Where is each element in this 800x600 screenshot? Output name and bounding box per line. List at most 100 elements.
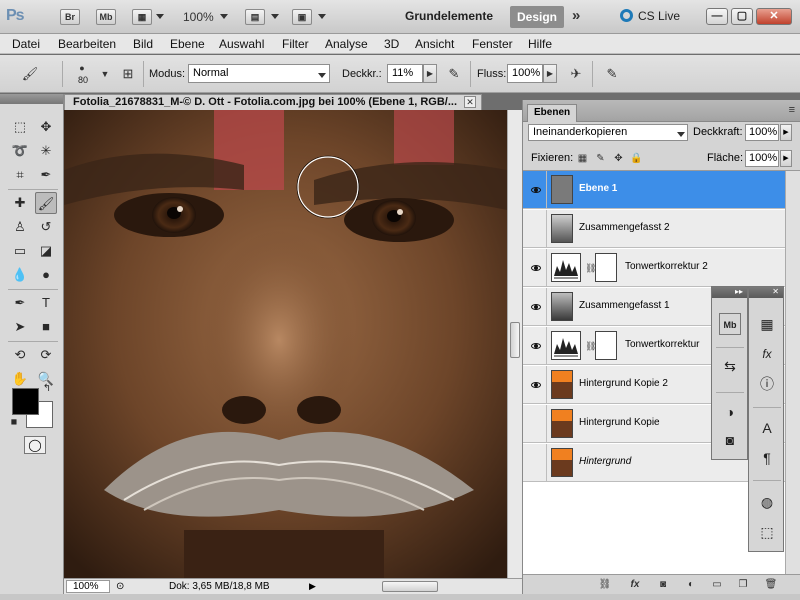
layer-mask-thumbnail[interactable] bbox=[595, 253, 617, 282]
minimize-button[interactable]: — bbox=[706, 8, 728, 25]
status-options-icon[interactable]: ⊙ bbox=[116, 579, 124, 594]
menu-3d[interactable]: 3D bbox=[384, 37, 399, 51]
arrange-dropdown-icon[interactable] bbox=[271, 14, 279, 19]
new-layer-icon[interactable]: ❐ bbox=[735, 578, 751, 592]
lock-all-icon[interactable]: 🔒 bbox=[630, 152, 643, 165]
link-layers-icon[interactable]: ⛓ bbox=[597, 578, 613, 592]
pressure-opacity-icon[interactable]: ✎ bbox=[444, 64, 464, 84]
quick-mask-button[interactable]: ◯ bbox=[24, 436, 46, 454]
canvas-horizontal-scroll-thumb[interactable] bbox=[382, 581, 438, 592]
fill-arrow-icon[interactable]: ▶ bbox=[780, 150, 792, 167]
dodge-tool-icon[interactable]: ● bbox=[35, 264, 57, 286]
visibility-eye-icon[interactable] bbox=[525, 249, 547, 287]
paths-panel-icon[interactable]: ⬚ bbox=[756, 521, 778, 543]
workspace-basic[interactable]: Grundelemente bbox=[405, 9, 493, 23]
status-menu-arrow-icon[interactable]: ▶ bbox=[309, 579, 316, 594]
menu-filter[interactable]: Filter bbox=[282, 37, 309, 51]
maximize-button[interactable]: ▢ bbox=[731, 8, 753, 25]
menu-auswahl[interactable]: Auswahl bbox=[219, 37, 264, 51]
cs-live-button[interactable]: CS Live bbox=[620, 9, 680, 23]
panel-expand-icon[interactable]: ▸▸ bbox=[712, 287, 747, 298]
menu-datei[interactable]: Datei bbox=[12, 37, 40, 51]
menu-hilfe[interactable]: Hilfe bbox=[528, 37, 552, 51]
magic-wand-tool-icon[interactable]: ✳ bbox=[35, 140, 57, 162]
mini-bridge-button[interactable]: Mb bbox=[96, 9, 116, 25]
bridge-button[interactable]: Br bbox=[60, 9, 80, 25]
layer-row[interactable]: ⛓ Tonwertkorrektur 2 bbox=[523, 249, 785, 287]
layer-style-icon[interactable]: fx bbox=[627, 578, 643, 592]
swatches-panel-icon[interactable]: ▦ bbox=[756, 313, 778, 335]
screen-mode-button[interactable]: ▣ bbox=[292, 9, 312, 25]
tools-panel-header[interactable] bbox=[0, 94, 63, 104]
healing-brush-tool-icon[interactable]: ✚ bbox=[9, 192, 31, 214]
eraser-tool-icon[interactable]: ▭ bbox=[9, 240, 31, 262]
flow-slider-arrow-icon[interactable]: ▶ bbox=[543, 64, 557, 83]
eyedropper-tool-icon[interactable]: ✒ bbox=[35, 164, 57, 186]
menu-bearbeiten[interactable]: Bearbeiten bbox=[58, 37, 116, 51]
marquee-tool-icon[interactable]: ⬚ bbox=[9, 116, 31, 138]
image-canvas[interactable] bbox=[64, 110, 507, 578]
close-document-icon[interactable]: ✕ bbox=[464, 96, 476, 108]
canvas-vertical-scroll-thumb[interactable] bbox=[510, 322, 520, 358]
styles-panel-icon[interactable]: fx bbox=[756, 343, 778, 365]
lock-transparency-icon[interactable]: ▦ bbox=[576, 152, 589, 165]
default-colors-icon[interactable]: ◼ bbox=[8, 416, 20, 428]
visibility-eye-icon[interactable] bbox=[525, 171, 547, 209]
info-panel-icon[interactable]: ⓘ bbox=[756, 373, 778, 395]
layers-tab[interactable]: Ebenen bbox=[527, 104, 578, 122]
move-tool-icon[interactable]: ✥ bbox=[35, 116, 57, 138]
opacity-field[interactable]: 11% bbox=[387, 64, 423, 83]
panel-close-icon[interactable]: ✕ bbox=[749, 287, 783, 298]
mini-bridge-panel-icon[interactable]: Mb bbox=[719, 313, 741, 335]
blend-mode-dropdown-icon[interactable] bbox=[677, 132, 685, 137]
foreground-color-swatch[interactable] bbox=[12, 388, 39, 415]
adjustments-panel-icon[interactable]: ◑ bbox=[719, 401, 741, 423]
layer-row[interactable]: Ebene 1 bbox=[523, 171, 785, 209]
clone-stamp-tool-icon[interactable]: ♙ bbox=[9, 216, 31, 238]
history-brush-tool-icon[interactable]: ↺ bbox=[35, 216, 57, 238]
mode-dropdown-icon[interactable] bbox=[318, 73, 326, 78]
brush-tool-icon[interactable]: 🖌 bbox=[35, 192, 57, 214]
fill-field[interactable]: 100% bbox=[745, 150, 779, 167]
document-zoom-field[interactable]: 100% bbox=[66, 580, 110, 593]
menu-fenster[interactable]: Fenster bbox=[472, 37, 513, 51]
brush-picker-arrow-icon[interactable]: ▼ bbox=[95, 64, 115, 84]
menu-bild[interactable]: Bild bbox=[133, 37, 153, 51]
swap-colors-icon[interactable]: ↰ bbox=[40, 382, 54, 396]
document-tab[interactable]: Fotolia_21678831_M-© D. Ott - Fotolia.co… bbox=[64, 94, 482, 110]
arrange-documents-button[interactable]: ▤ bbox=[245, 9, 265, 25]
blend-mode-select[interactable]: Ineinanderkopieren bbox=[528, 124, 688, 141]
more-workspaces-icon[interactable]: » bbox=[572, 7, 580, 24]
add-mask-icon[interactable]: ◙ bbox=[655, 578, 671, 592]
type-tool-icon[interactable]: T bbox=[35, 292, 57, 314]
3d-orbit-tool-icon[interactable]: ⟳ bbox=[35, 344, 57, 366]
lock-pixels-icon[interactable]: ✎ bbox=[594, 152, 607, 165]
layer-row[interactable]: Zusammengefasst 2 bbox=[523, 210, 785, 248]
menu-ebene[interactable]: Ebene bbox=[170, 37, 205, 51]
canvas-vertical-scrollbar[interactable] bbox=[507, 110, 522, 578]
brush-panel-toggle-icon[interactable]: ⊞ bbox=[118, 64, 138, 84]
visibility-eye-icon[interactable] bbox=[525, 210, 547, 248]
screen-mode-dropdown-icon[interactable] bbox=[318, 14, 326, 19]
visibility-eye-icon[interactable] bbox=[525, 444, 547, 482]
new-group-icon[interactable]: ▭ bbox=[709, 578, 725, 592]
lock-position-icon[interactable]: ✥ bbox=[612, 152, 625, 165]
rectangle-tool-icon[interactable]: ■ bbox=[35, 316, 57, 338]
menu-ansicht[interactable]: Ansicht bbox=[415, 37, 454, 51]
airbrush-icon[interactable]: ✈ bbox=[566, 64, 586, 84]
opacity-slider-arrow-icon[interactable]: ▶ bbox=[423, 64, 437, 83]
layer-opacity-arrow-icon[interactable]: ▶ bbox=[780, 124, 792, 141]
zoom-dropdown-icon[interactable] bbox=[220, 14, 228, 19]
layer-mask-thumbnail[interactable] bbox=[595, 331, 617, 360]
visibility-eye-icon[interactable] bbox=[525, 405, 547, 443]
panel-menu-icon[interactable]: ≡ bbox=[789, 104, 795, 116]
3d-rotate-tool-icon[interactable]: ⟲ bbox=[9, 344, 31, 366]
history-panel-icon[interactable]: ⇆ bbox=[719, 355, 741, 377]
masks-panel-icon[interactable]: ◙ bbox=[719, 429, 741, 451]
layer-opacity-field[interactable]: 100% bbox=[745, 124, 779, 141]
character-panel-icon[interactable]: A bbox=[756, 417, 778, 439]
crop-tool-icon[interactable]: ⌗ bbox=[9, 164, 31, 186]
delete-layer-icon[interactable]: 🗑 bbox=[763, 578, 779, 592]
path-selection-tool-icon[interactable]: ➤ bbox=[9, 316, 31, 338]
visibility-eye-icon[interactable] bbox=[525, 366, 547, 404]
